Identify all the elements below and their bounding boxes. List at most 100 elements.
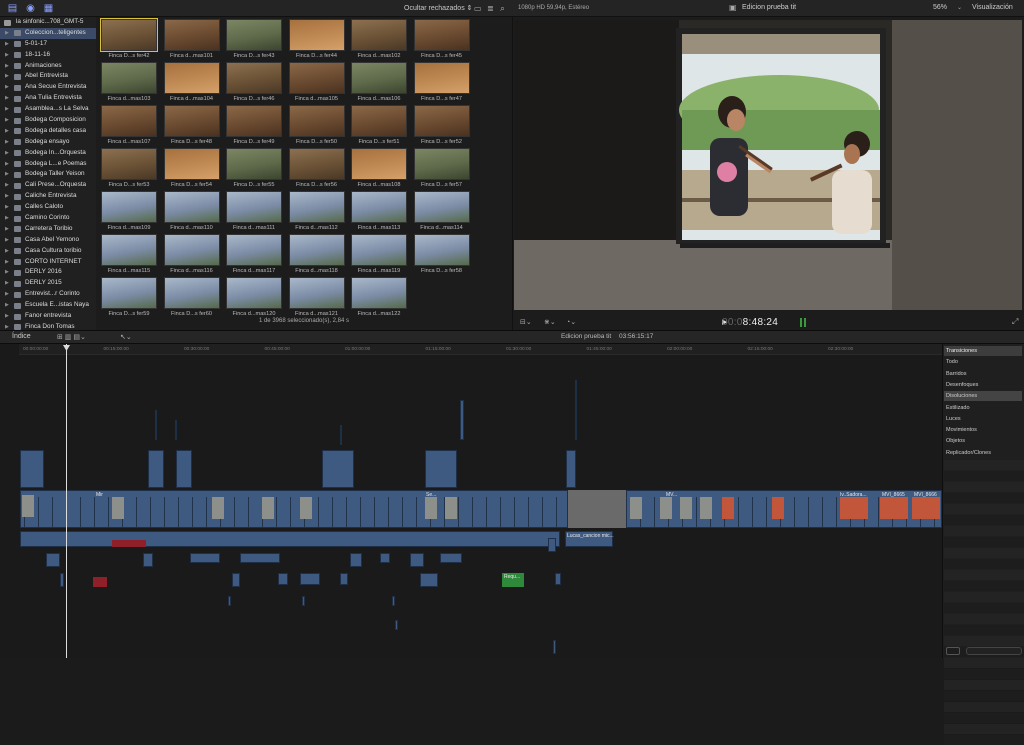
clip-thumbnail[interactable] — [351, 234, 407, 266]
clip-divider[interactable] — [360, 497, 361, 527]
clip-filmstrip[interactable] — [445, 497, 457, 519]
clip-thumbnail[interactable] — [163, 234, 220, 266]
clip-thumbnail[interactable] — [288, 105, 345, 137]
zoom-menu[interactable]: 56% — [933, 4, 947, 11]
audio-lane-1[interactable] — [20, 531, 560, 547]
disclosure-triangle-icon[interactable]: ▶ — [5, 322, 9, 330]
effect-category[interactable]: Movimientos — [944, 425, 1022, 435]
clip-divider[interactable] — [38, 497, 39, 527]
sidebar-item[interactable]: ▶ Animaciones — [0, 61, 96, 72]
clip-thumbnail[interactable] — [101, 277, 157, 309]
effect-category[interactable]: Todo — [944, 357, 1022, 367]
connected-clip-above-small[interactable] — [155, 410, 157, 440]
sidebar-item[interactable]: ▶ Escuela E...istas Naya — [0, 300, 96, 311]
clip-divider[interactable] — [276, 497, 277, 527]
disclosure-triangle-icon[interactable]: ▶ — [5, 28, 9, 39]
audio-clip-bottom[interactable] — [420, 573, 438, 587]
clip-filmstrip[interactable] — [840, 497, 868, 519]
effect-category[interactable]: Transiciones — [944, 346, 1022, 356]
disclosure-triangle-icon[interactable]: ▶ — [5, 115, 9, 126]
audio-clip-stub[interactable] — [395, 620, 398, 630]
disclosure-triangle-icon[interactable]: ▶ — [5, 289, 9, 300]
filmstrip-view-icon[interactable]: ▭ — [474, 4, 482, 13]
effects-search-field[interactable] — [966, 647, 1022, 655]
audio-clip-stub[interactable] — [302, 596, 305, 606]
clip-thumbnail[interactable] — [413, 105, 470, 137]
audio-clip-stub[interactable] — [228, 596, 231, 606]
clip-divider[interactable] — [514, 497, 515, 527]
clip-thumbnail[interactable] — [413, 62, 470, 94]
disclosure-triangle-icon[interactable]: ▶ — [5, 71, 9, 82]
clip-divider[interactable] — [528, 497, 529, 527]
clip-divider[interactable] — [206, 497, 207, 527]
clip-filmstrip[interactable] — [722, 497, 734, 519]
clip-filmstrip[interactable] — [660, 497, 672, 519]
sidebar-item[interactable]: ▶ Caliche Entrevista — [0, 191, 96, 202]
clip-thumbnail[interactable] — [163, 62, 220, 94]
sidebar-item[interactable]: ▶ Finca Don Tomas — [0, 322, 96, 330]
select-tool-icon[interactable]: ↖⌄ — [120, 333, 132, 341]
clip-divider[interactable] — [108, 497, 109, 527]
effects-view-toggle[interactable] — [946, 647, 960, 655]
disclosure-triangle-icon[interactable]: ▶ — [5, 246, 9, 257]
audio-clip-lower[interactable] — [190, 553, 220, 563]
disclosure-triangle-icon[interactable]: ▶ — [5, 202, 9, 213]
clip-filmstrip[interactable] — [212, 497, 224, 519]
audio-clip-bottom[interactable] — [60, 573, 64, 587]
clip-thumbnail[interactable] — [288, 234, 345, 266]
clip-thumbnail[interactable] — [163, 19, 220, 51]
clip-divider[interactable] — [486, 497, 487, 527]
clip-divider[interactable] — [458, 497, 459, 527]
disclosure-triangle-icon[interactable]: ▶ — [5, 148, 9, 159]
clip-divider[interactable] — [94, 497, 95, 527]
audio-clip-bottom[interactable] — [340, 573, 348, 585]
audio-clip-lower[interactable] — [46, 553, 60, 567]
sidebar-item[interactable]: ▶ Bodega ensayo — [0, 137, 96, 148]
audio-clip-lower[interactable] — [440, 553, 462, 563]
audio-clip-lower[interactable] — [410, 553, 424, 567]
connected-clip-above[interactable] — [322, 450, 354, 488]
disclosure-triangle-icon[interactable]: ▶ — [5, 159, 9, 170]
sidebar-item[interactable]: ▶ Bodega detalles casa — [0, 126, 96, 137]
effect-category[interactable]: Luces — [944, 414, 1022, 424]
audio-clip-lower[interactable] — [548, 538, 556, 552]
view-options-icon[interactable]: ⊟⌄ — [520, 318, 532, 326]
clip-divider[interactable] — [388, 497, 389, 527]
audio-clip-lower[interactable] — [240, 553, 280, 563]
clip-thumbnail[interactable] — [413, 234, 470, 266]
audio-clip-red-lower[interactable] — [93, 577, 107, 587]
clip-divider[interactable] — [472, 497, 473, 527]
sidebar-item[interactable]: ▶ 5-01-17 — [0, 39, 96, 50]
sidebar-item[interactable]: ▶ Calles Caloto — [0, 202, 96, 213]
audio-clip-lower[interactable] — [143, 553, 153, 567]
sidebar-item[interactable]: ▶ DERLY 2015 — [0, 278, 96, 289]
clip-thumbnail[interactable] — [226, 19, 282, 51]
clip-filmstrip[interactable] — [772, 497, 784, 519]
disclosure-triangle-icon[interactable]: ▶ — [5, 82, 9, 93]
timeline-ruler[interactable]: 00:00:00:00 00:15:00:00 00:30:00:00 00:45:0… — [19, 344, 942, 355]
connected-clip-above-small[interactable] — [175, 420, 177, 440]
disclosure-triangle-icon[interactable]: ▶ — [5, 191, 9, 202]
list-view-icon[interactable]: ≣ — [487, 4, 494, 13]
clip-divider[interactable] — [346, 497, 347, 527]
disclosure-triangle-icon[interactable]: ▶ — [5, 50, 9, 61]
clip-thumbnail[interactable] — [101, 234, 157, 266]
clip-filmstrip[interactable] — [680, 497, 692, 519]
clip-divider[interactable] — [500, 497, 501, 527]
clip-divider[interactable] — [80, 497, 81, 527]
clip-divider[interactable] — [164, 497, 165, 527]
clip-divider[interactable] — [234, 497, 235, 527]
disclosure-triangle-icon[interactable]: ▶ — [5, 39, 9, 50]
clip-thumbnail[interactable] — [226, 105, 282, 137]
clip-divider[interactable] — [752, 497, 753, 527]
effect-category[interactable]: Disoluciones — [944, 391, 1022, 402]
clip-divider[interactable] — [192, 497, 193, 527]
library-row[interactable]: la sinfonic...708_GMT-5 — [0, 17, 96, 28]
playhead[interactable] — [66, 344, 67, 658]
clip-filmstrip[interactable] — [700, 497, 712, 519]
effect-category[interactable]: Replicador/Clones — [944, 448, 1022, 458]
clip-divider[interactable] — [794, 497, 795, 527]
clip-thumbnail[interactable] — [288, 277, 345, 309]
clip-divider[interactable] — [738, 497, 739, 527]
disclosure-triangle-icon[interactable]: ▶ — [5, 180, 9, 191]
